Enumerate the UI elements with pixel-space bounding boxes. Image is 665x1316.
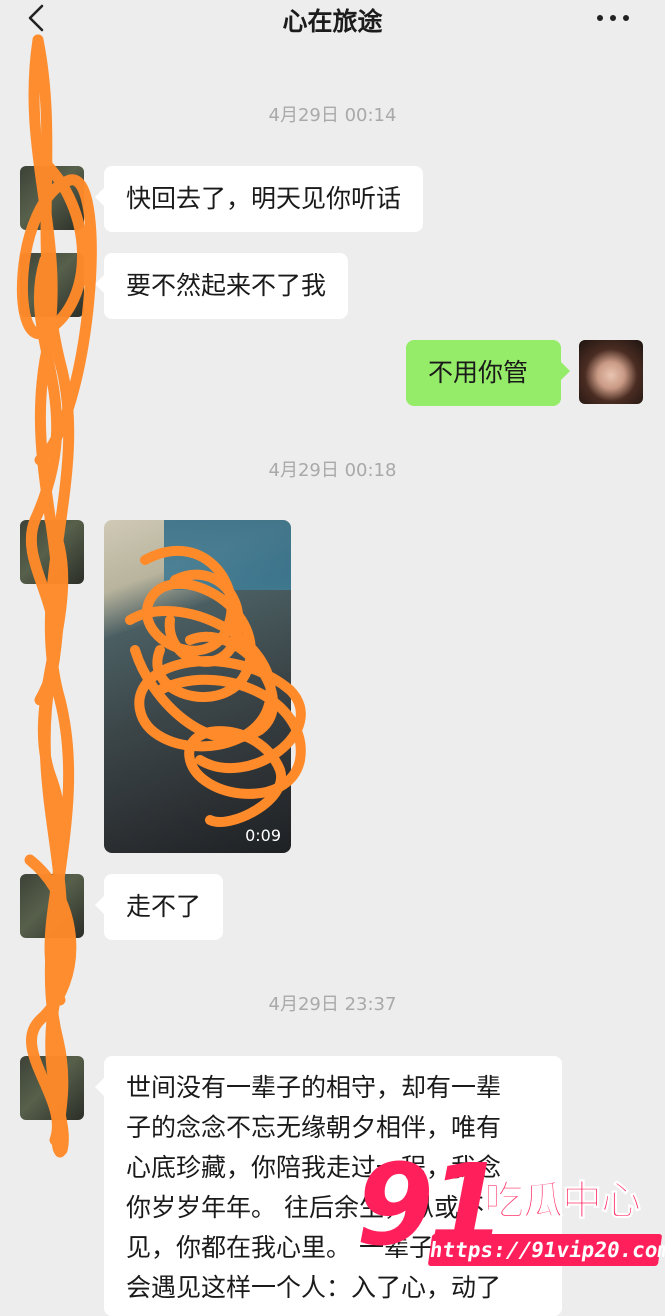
message-bubble[interactable]: 快回去了，明天见你听话 bbox=[94, 166, 424, 232]
contact-avatar[interactable] bbox=[20, 874, 84, 938]
video-message[interactable]: 0:09 bbox=[104, 520, 291, 853]
chat-title: 心在旅途 bbox=[282, 7, 383, 36]
chat-header: 心在旅途 bbox=[0, 0, 665, 40]
video-duration: 0:09 bbox=[245, 826, 281, 845]
message-bubble[interactable]: 要不然起来不了我 bbox=[94, 253, 349, 319]
message-line: 世间没有一辈子的相守，却有一辈 bbox=[126, 1073, 502, 1102]
video-thumbnail bbox=[164, 520, 291, 590]
contact-avatar[interactable] bbox=[20, 520, 84, 584]
contact-avatar[interactable] bbox=[20, 166, 84, 230]
timestamp: 4月29日 23:37 bbox=[268, 994, 397, 1015]
more-options-icon[interactable] bbox=[597, 8, 637, 28]
timestamp: 4月29日 00:14 bbox=[268, 105, 397, 126]
watermark-brand: 吃瓜中心 bbox=[484, 1178, 642, 1225]
message-bubble[interactable]: 走不了 bbox=[94, 874, 224, 940]
contact-avatar[interactable] bbox=[20, 253, 84, 317]
watermark-logo: 91 吃瓜中心 https://91vip20.com bbox=[356, 1150, 665, 1280]
timestamp: 4月29日 00:18 bbox=[268, 460, 397, 481]
contact-avatar[interactable] bbox=[20, 1056, 84, 1120]
watermark-url: https://91vip20.com bbox=[427, 1234, 665, 1266]
my-avatar[interactable] bbox=[579, 340, 643, 404]
my-message-bubble[interactable]: 不用你管 bbox=[406, 340, 570, 406]
